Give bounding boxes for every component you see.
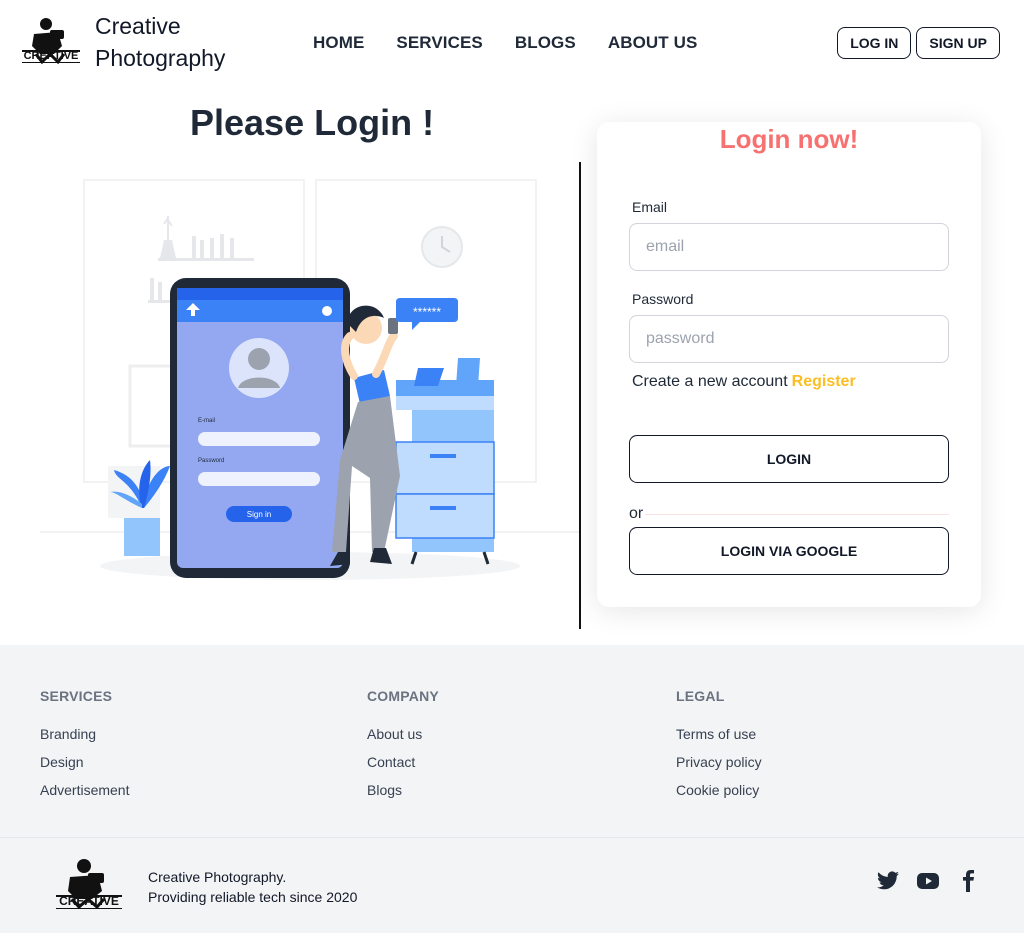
footer-column-title: SERVICES [40,688,113,704]
signup-header-button[interactable]: SIGN UP [916,27,1000,59]
login-card: Login now! Email Password Create a new a… [597,122,981,607]
footer-link-blogs[interactable]: Blogs [367,782,439,798]
footer-link-advertisement[interactable]: Advertisement [40,782,129,798]
email-label: Email [632,199,668,215]
brand-line-1: Creative [95,13,181,39]
svg-text:CREATIVE: CREATIVE [24,50,79,62]
footer-column-company: COMPANY About us Contact Blogs [367,688,439,810]
main-nav: HOME SERVICES BLOGS ABOUT US [313,33,729,53]
login-card-title: Login now! [719,124,859,154]
nav-home[interactable]: HOME [313,33,364,53]
create-account-label: Create a new account [632,373,788,390]
footer-column-title: LEGAL [676,688,725,704]
section-divider [579,162,581,629]
site-footer: SERVICES Branding Design Advertisement C… [0,645,1024,933]
or-divider-text: or [629,505,644,522]
camera-photographer-logo-icon[interactable]: CREATIVE [20,16,82,66]
or-divider-line [645,514,949,515]
auth-buttons: LOG IN SIGN UP [837,27,1000,59]
social-links [876,869,980,893]
page-title: Please Login ! [190,102,435,143]
illus-signin-label: Sign in [247,510,271,519]
footer-link-terms[interactable]: Terms of use [676,726,762,742]
svg-text:CREATIVE: CREATIVE [59,894,119,908]
footer-link-branding[interactable]: Branding [40,726,129,742]
footer-link-about-us[interactable]: About us [367,726,439,742]
site-header: CREATIVE Creative Photography HOME SERVI… [0,0,1024,86]
nav-about-us[interactable]: ABOUT US [608,33,698,53]
brand-name[interactable]: Creative Photography [95,10,265,74]
svg-text:******: ****** [413,305,441,319]
password-label: Password [632,291,694,307]
twitter-icon[interactable] [876,869,900,893]
google-login-button[interactable]: LOGIN VIA GOOGLE [629,527,949,575]
illus-password-label: Password [198,458,224,464]
password-field[interactable] [629,315,949,363]
login-button[interactable]: LOGIN [629,435,949,483]
nav-services[interactable]: SERVICES [396,33,482,53]
brand-line-2: Photography [95,45,226,71]
footer-tagline: Creative Photography. Providing reliable… [148,867,357,907]
footer-tagline-line-2: Providing reliable tech since 2020 [148,889,358,905]
login-header-button[interactable]: LOG IN [837,27,912,59]
footer-tagline-line-1: Creative Photography. [148,869,287,885]
footer-column-legal: LEGAL Terms of use Privacy policy Cookie… [676,688,762,810]
youtube-icon[interactable] [916,869,940,893]
footer-column-services: SERVICES Branding Design Advertisement [40,688,129,810]
nav-blogs[interactable]: BLOGS [515,33,576,53]
illus-email-label: E-mail [198,418,215,424]
facebook-icon[interactable] [956,869,980,893]
footer-link-contact[interactable]: Contact [367,754,439,770]
footer-divider [0,837,1024,838]
footer-link-privacy[interactable]: Privacy policy [676,754,762,770]
footer-link-design[interactable]: Design [40,754,129,770]
login-illustration-icon: E-mail Password Sign in ****** [40,160,580,630]
login-section: Please Login ! E-mail Password Sign in *… [0,86,1024,645]
footer-link-cookie[interactable]: Cookie policy [676,782,762,798]
register-link[interactable]: Register [792,373,856,390]
email-field[interactable] [629,223,949,271]
footer-column-title: COMPANY [367,688,439,704]
create-account-text: Create a new account Register [632,373,856,391]
camera-photographer-footer-logo-icon: CREATIVE [54,857,124,911]
